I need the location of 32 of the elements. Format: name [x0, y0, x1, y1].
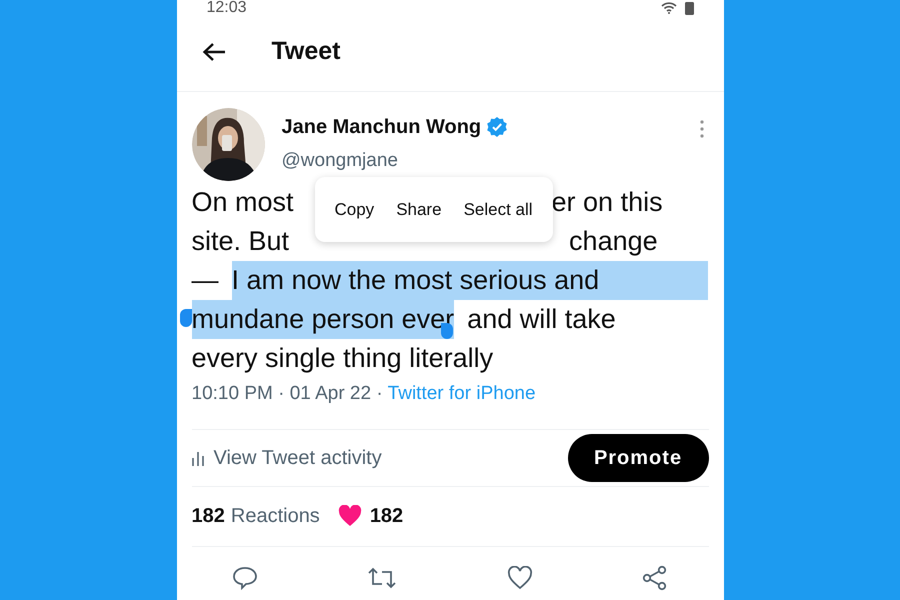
page-title: Tweet [272, 36, 340, 67]
tweet-text: site. But [192, 225, 290, 258]
bar-chart-icon [192, 450, 204, 466]
reactions-label: Reactions [230, 504, 320, 529]
more-options-icon[interactable] [700, 120, 704, 138]
menu-item[interactable]: Share [396, 196, 442, 222]
tweet-text: change [569, 225, 658, 258]
menu-item[interactable]: Select all [464, 196, 533, 222]
battery-icon [684, 1, 694, 15]
retweet-icon[interactable] [367, 566, 398, 590]
menu-item[interactable]: Copy [334, 196, 374, 222]
selected-text: I am now the most serious and [232, 261, 708, 300]
heart-icon [338, 505, 362, 527]
likes-count: 182 [370, 504, 404, 529]
reply-icon[interactable] [232, 566, 258, 590]
tweet-text: and will take [467, 303, 616, 336]
like-icon[interactable] [506, 566, 533, 590]
tweet-timestamp: 10:10 PM · 01 Apr 22 · [192, 382, 383, 406]
tweet-text: — [192, 264, 218, 297]
view-activity-link[interactable]: View Tweet activity [192, 442, 382, 472]
tweet-text: every single thing literally [192, 342, 494, 375]
tweet-text: On most [192, 186, 294, 219]
reactions-count: 182 [192, 504, 225, 529]
author-name: Jane Manchun Wong [282, 115, 482, 140]
promote-button[interactable]: Promote [568, 434, 708, 482]
share-icon[interactable] [642, 564, 668, 590]
wifi-icon [660, 2, 676, 14]
status-time: 12:03 [206, 0, 247, 16]
tweet-text: er on this [552, 186, 663, 219]
selection-start-handle[interactable] [178, 309, 192, 327]
back-icon[interactable] [202, 42, 226, 62]
author-handle: @wongmjane [282, 149, 399, 173]
